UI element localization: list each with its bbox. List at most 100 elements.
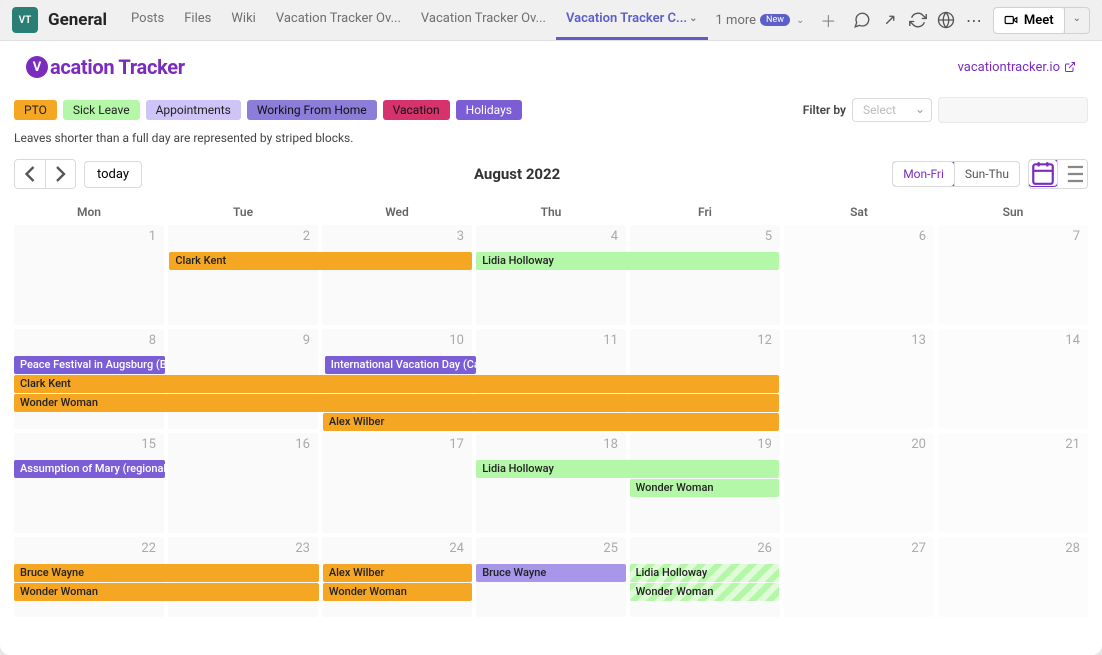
- channel-tabs: Posts Files Wiki Vacation Tracker Ov... …: [121, 0, 844, 40]
- event-holiday[interactable]: International Vacation Day (Canada): [325, 356, 476, 374]
- logo-icon: V: [26, 56, 48, 78]
- event-pto[interactable]: Clark Kent: [169, 252, 472, 270]
- prev-button[interactable]: [15, 160, 45, 188]
- legend-pto: PTO: [14, 100, 57, 120]
- day-cell[interactable]: 5: [630, 225, 780, 325]
- day-cell[interactable]: 2: [168, 225, 318, 325]
- event-pto[interactable]: Wonder Woman: [14, 583, 319, 601]
- app-header: V acation Tracker vacationtracker.io: [0, 41, 1102, 85]
- tab-vt-overview-1[interactable]: Vacation Tracker Ov...: [266, 0, 411, 40]
- day-num: 28: [1065, 541, 1080, 556]
- event-sick-partial[interactable]: Wonder Woman: [630, 583, 779, 601]
- channel-name: General: [48, 10, 107, 30]
- week-toggle: Mon-Fri Sun-Thu: [892, 161, 1020, 187]
- tab-vt-calendar[interactable]: Vacation Tracker C... ⌄: [556, 0, 708, 40]
- event-pto[interactable]: Wonder Woman: [14, 394, 779, 412]
- more-tabs[interactable]: 1 more New ⌄: [708, 13, 813, 28]
- chevron-down-icon: ⌄: [796, 15, 804, 26]
- expand-icon[interactable]: [881, 11, 899, 29]
- event-sick[interactable]: Wonder Woman: [630, 479, 779, 497]
- tab-label: Vacation Tracker C...: [566, 11, 687, 26]
- tab-posts[interactable]: Posts: [121, 0, 174, 40]
- add-tab-button[interactable]: ＋: [812, 8, 844, 32]
- legend: PTO Sick Leave Appointments Working From…: [0, 85, 1102, 127]
- next-button[interactable]: [45, 160, 75, 188]
- dow-thu: Thu: [476, 199, 626, 225]
- day-num: 1: [149, 229, 156, 244]
- day-num: 22: [141, 541, 156, 556]
- list-view-button[interactable]: [1057, 160, 1087, 188]
- filter-select[interactable]: Select: [852, 98, 932, 122]
- day-num: 7: [1073, 229, 1080, 244]
- legend-wfh: Working From Home: [247, 100, 377, 120]
- new-badge: New: [760, 14, 790, 26]
- team-avatar: VT: [12, 7, 38, 33]
- day-num: 4: [611, 229, 618, 244]
- day-num: 27: [911, 541, 926, 556]
- meet-button[interactable]: Meet: [994, 8, 1064, 33]
- calendar-view-button[interactable]: [1028, 159, 1058, 187]
- legend-appointments: Appointments: [146, 100, 241, 120]
- week-row: 15 16 17 18 19 20 21 Assumption of Mary …: [14, 433, 1088, 533]
- day-num: 12: [757, 333, 772, 348]
- day-cell[interactable]: 4: [476, 225, 626, 325]
- day-num: 13: [911, 333, 926, 348]
- event-appointment[interactable]: Bruce Wayne: [476, 564, 625, 582]
- video-icon: [1004, 13, 1018, 27]
- day-cell[interactable]: 6: [784, 225, 934, 325]
- today-button[interactable]: today: [84, 161, 142, 188]
- day-num: 23: [295, 541, 310, 556]
- day-cell[interactable]: 3: [322, 225, 472, 325]
- day-num: 8: [149, 333, 156, 348]
- day-num: 2: [303, 229, 310, 244]
- external-link-label: vacationtracker.io: [958, 60, 1060, 75]
- event-pto[interactable]: Clark Kent: [14, 375, 779, 393]
- event-sick-partial[interactable]: Lidia Holloway: [630, 564, 779, 582]
- dow-sun: Sun: [938, 199, 1088, 225]
- chat-icon[interactable]: [853, 11, 871, 29]
- event-pto[interactable]: Wonder Woman: [323, 583, 472, 601]
- day-num: 18: [603, 437, 618, 452]
- day-num: 20: [911, 437, 926, 452]
- meet-dropdown[interactable]: ⌄: [1064, 8, 1089, 33]
- event-pto[interactable]: Bruce Wayne: [14, 564, 319, 582]
- day-num: 11: [603, 333, 618, 348]
- globe-icon[interactable]: [937, 11, 955, 29]
- calendar-toolbar: today August 2022 Mon-Fri Sun-Thu: [0, 155, 1102, 199]
- more-tabs-label: 1 more: [716, 13, 757, 28]
- day-num: 5: [765, 229, 772, 244]
- week-row: 8 9 10 11 12 13 14 Peace Festival in Aug…: [14, 329, 1088, 429]
- legend-sick: Sick Leave: [63, 100, 140, 120]
- dow-wed: Wed: [322, 199, 472, 225]
- more-icon[interactable]: ⋯: [965, 11, 983, 29]
- week-row: 1 2 3 4 5 6 7 Clark Kent Lidia Holloway: [14, 225, 1088, 325]
- event-holiday[interactable]: Peace Festival in Augsburg (Bavaria): [14, 356, 165, 374]
- sunthu-button[interactable]: Sun-Thu: [954, 162, 1019, 186]
- search-input[interactable]: [938, 97, 1088, 123]
- external-link-icon: [1064, 61, 1076, 73]
- external-link[interactable]: vacationtracker.io: [958, 60, 1076, 75]
- day-num: 9: [303, 333, 310, 348]
- dow-fri: Fri: [630, 199, 780, 225]
- chevron-down-icon[interactable]: ⌄: [689, 13, 697, 24]
- event-holiday[interactable]: Assumption of Mary (regional holiday): [14, 460, 165, 478]
- day-num: 17: [449, 437, 464, 452]
- event-sick[interactable]: Lidia Holloway: [476, 460, 779, 478]
- dow-tue: Tue: [168, 199, 318, 225]
- legend-vacation: Vacation: [383, 100, 450, 120]
- event-sick[interactable]: Lidia Holloway: [476, 252, 779, 270]
- tab-wiki[interactable]: Wiki: [221, 0, 265, 40]
- day-cell[interactable]: 1: [14, 225, 164, 325]
- filter-label: Filter by: [803, 103, 846, 117]
- day-num: 21: [1065, 437, 1080, 452]
- meet-label: Meet: [1024, 13, 1054, 28]
- tab-files[interactable]: Files: [174, 0, 221, 40]
- tab-vt-overview-2[interactable]: Vacation Tracker Ov...: [411, 0, 556, 40]
- monfri-button[interactable]: Mon-Fri: [892, 161, 955, 187]
- day-cell[interactable]: 7: [938, 225, 1088, 325]
- event-pto[interactable]: Alex Wilber: [323, 413, 779, 431]
- day-num: 24: [449, 541, 464, 556]
- calendar-title: August 2022: [142, 165, 892, 183]
- reload-icon[interactable]: [909, 11, 927, 29]
- event-pto[interactable]: Alex Wilber: [323, 564, 472, 582]
